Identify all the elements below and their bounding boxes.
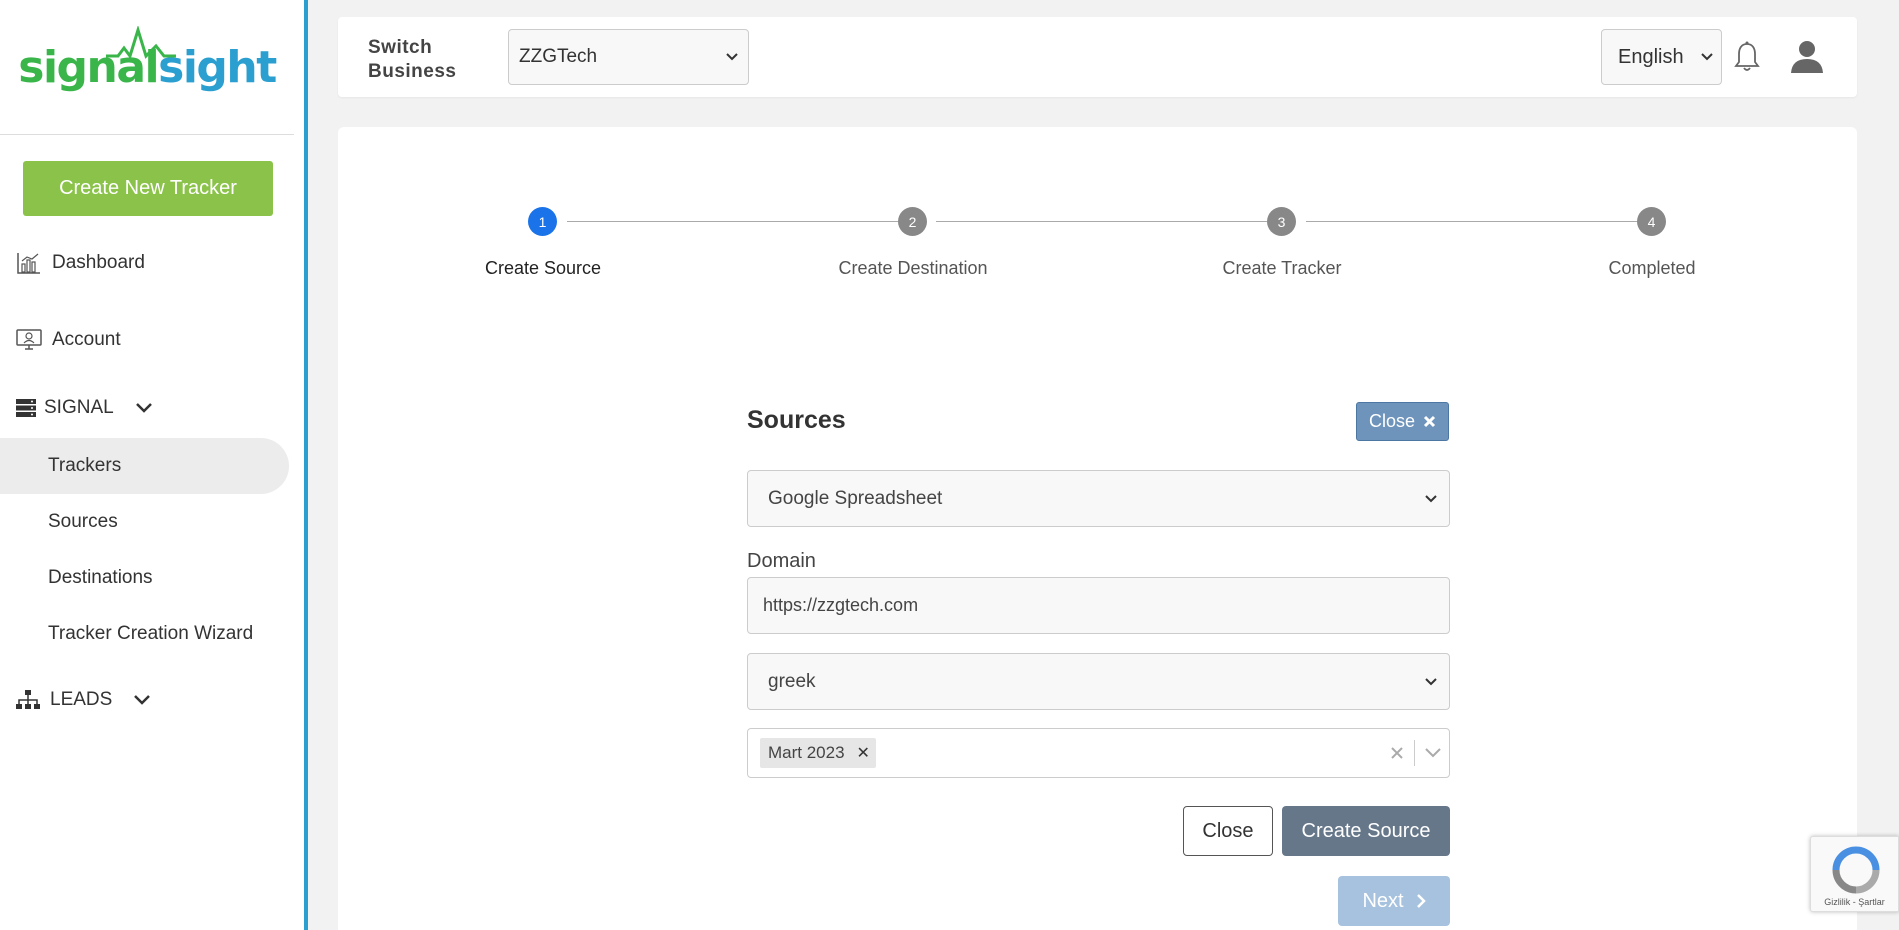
chevron-down-icon [135,403,152,413]
recaptcha-badge[interactable]: Gizlilik - Şartlar [1810,836,1899,912]
sheet-select-value: greek [768,670,816,692]
next-button-label: Next [1362,889,1404,912]
worksheet-multiselect[interactable]: Mart 2023 ✕ [747,728,1450,778]
language-select[interactable]: English [1601,29,1722,85]
language-select-value: English [1618,45,1684,68]
logo-wordmark: signalsight [18,25,277,93]
multiselect-separator [1414,740,1415,766]
chevron-down-icon [726,53,738,61]
clear-icon[interactable] [1390,746,1404,760]
source-type-value: Google Spreadsheet [768,487,943,509]
remove-tag-icon[interactable]: ✕ [857,743,870,763]
sidebar-item-sources[interactable]: Sources [48,511,118,533]
close-button[interactable]: Close [1183,806,1273,856]
recaptcha-icon [1832,846,1880,894]
chevron-down-icon [1425,677,1437,685]
domain-label: Domain [747,550,816,572]
step-3-indicator: 3 [1267,207,1296,236]
next-button[interactable]: Next [1338,876,1450,926]
step-4-label: Completed [1608,258,1696,278]
sidebar-item-label: Dashboard [52,252,145,273]
stepper-connector [936,221,1267,222]
sidebar-item-trackers[interactable]: Trackers [48,455,121,477]
chevron-down-icon [1701,53,1713,61]
sheet-select[interactable]: greek [747,653,1450,710]
sidebar-section-signal[interactable]: SIGNAL [16,397,152,419]
close-icon [1423,415,1436,428]
business-select-value: ZZGTech [519,46,598,67]
server-icon [16,397,36,419]
selected-tag: Mart 2023 ✕ [760,738,876,768]
switch-business-label: Switch Business [368,36,456,84]
sidebar-item-account[interactable]: Account [16,329,121,351]
active-item-highlight [0,438,289,494]
chart-icon [16,252,42,274]
switch-business-label-line1: Switch [368,37,433,58]
selected-tag-label: Mart 2023 [768,743,845,762]
monitor-user-icon [16,329,42,351]
chevron-down-icon[interactable] [1425,748,1441,758]
step-3-label: Create Tracker [1222,258,1342,278]
bell-icon[interactable] [1734,41,1760,78]
step-2-indicator: 2 [898,207,927,236]
create-new-tracker-button[interactable]: Create New Tracker [23,161,273,216]
business-select[interactable]: ZZGTech [508,29,749,85]
multiselect-controls [1390,740,1441,766]
close-form-button[interactable]: Close [1356,402,1449,441]
sidebar: signalsight Create New Tracker Dashboard… [0,0,308,930]
step-1-indicator: 1 [528,207,557,236]
chevron-right-icon [1416,894,1426,908]
step-2-label: Create Destination [838,258,988,278]
step-4-indicator: 4 [1637,207,1666,236]
sidebar-section-label: LEADS [50,689,113,710]
signal-wave-icon [106,25,177,59]
recaptcha-footer[interactable]: Gizlilik - Şartlar [1811,897,1898,907]
sidebar-item-tracker-creation-wizard[interactable]: Tracker Creation Wizard [48,623,253,645]
create-source-button[interactable]: Create Source [1282,806,1450,856]
sidebar-section-leads[interactable]: LEADS [16,689,151,711]
switch-business-label-line2: Business [368,61,457,82]
close-form-button-label: Close [1368,411,1416,431]
form-title: Sources [747,406,846,434]
sidebar-item-dashboard[interactable]: Dashboard [16,252,145,274]
top-bar: Switch Business ZZGTech English [338,17,1857,97]
chevron-down-icon [1425,494,1437,502]
sidebar-section-label: SIGNAL [44,397,114,418]
stepper-connector [567,221,898,222]
step-1-label: Create Source [484,258,602,278]
stepper-connector [1306,221,1637,222]
source-type-select[interactable]: Google Spreadsheet [747,470,1450,527]
domain-input[interactable]: https://zzgtech.com [747,577,1450,634]
sidebar-item-destinations[interactable]: Destinations [48,567,153,589]
wizard-card: 1 2 3 4 Create Source Create Destination… [338,127,1857,930]
user-avatar-icon[interactable] [1790,39,1824,78]
logo[interactable]: signalsight [0,0,294,135]
chevron-down-icon [134,695,151,705]
sidebar-item-label: Account [52,329,121,350]
sitemap-icon [16,689,40,711]
